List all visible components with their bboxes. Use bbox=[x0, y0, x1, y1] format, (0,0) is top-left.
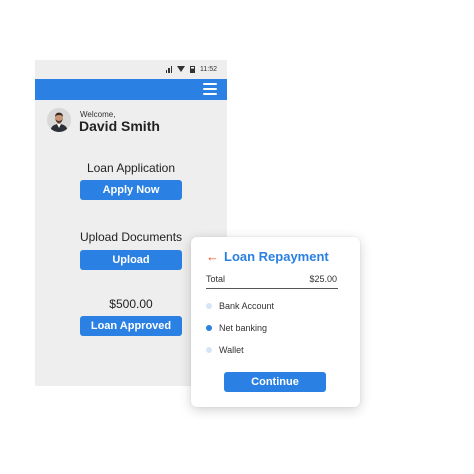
status-bar: 11:52 bbox=[35, 60, 227, 79]
card-header: ← Loan Repayment bbox=[206, 248, 329, 264]
payment-option-wallet[interactable]: Wallet bbox=[206, 344, 244, 356]
loan-application-label: Loan Application bbox=[86, 161, 176, 175]
continue-button[interactable]: Continue bbox=[224, 372, 326, 392]
battery-icon bbox=[190, 65, 195, 73]
user-name: David Smith bbox=[79, 118, 160, 134]
hamburger-menu-icon[interactable] bbox=[203, 83, 217, 95]
payment-option-bank-account[interactable]: Bank Account bbox=[206, 300, 274, 312]
payment-option-net-banking[interactable]: Net banking bbox=[206, 322, 267, 334]
signal-icon bbox=[165, 65, 172, 73]
loan-repayment-card: ← Loan Repayment Total $25.00 Bank Accou… bbox=[191, 237, 360, 407]
wifi-icon bbox=[177, 66, 185, 72]
card-title: Loan Repayment bbox=[224, 248, 329, 264]
back-arrow-icon[interactable]: ← bbox=[206, 250, 219, 263]
divider bbox=[206, 288, 338, 289]
loan-approved-button[interactable]: Loan Approved bbox=[80, 316, 182, 336]
upload-button[interactable]: Upload bbox=[80, 250, 182, 270]
radio-button[interactable] bbox=[206, 303, 212, 309]
option-label: Wallet bbox=[219, 345, 244, 355]
total-label: Total bbox=[206, 274, 226, 284]
avatar-image bbox=[47, 108, 71, 132]
avatar bbox=[47, 108, 71, 132]
status-time: 11:52 bbox=[200, 65, 217, 73]
app-bar bbox=[35, 79, 227, 100]
radio-button[interactable] bbox=[206, 325, 212, 331]
status-icons: 11:52 bbox=[165, 64, 217, 74]
apply-now-button[interactable]: Apply Now bbox=[80, 180, 182, 200]
total-value: $25.00 bbox=[309, 274, 337, 284]
total-row: Total $25.00 bbox=[206, 274, 337, 284]
radio-button[interactable] bbox=[206, 347, 212, 353]
option-label: Bank Account bbox=[219, 301, 275, 311]
option-label: Net banking bbox=[219, 323, 268, 333]
